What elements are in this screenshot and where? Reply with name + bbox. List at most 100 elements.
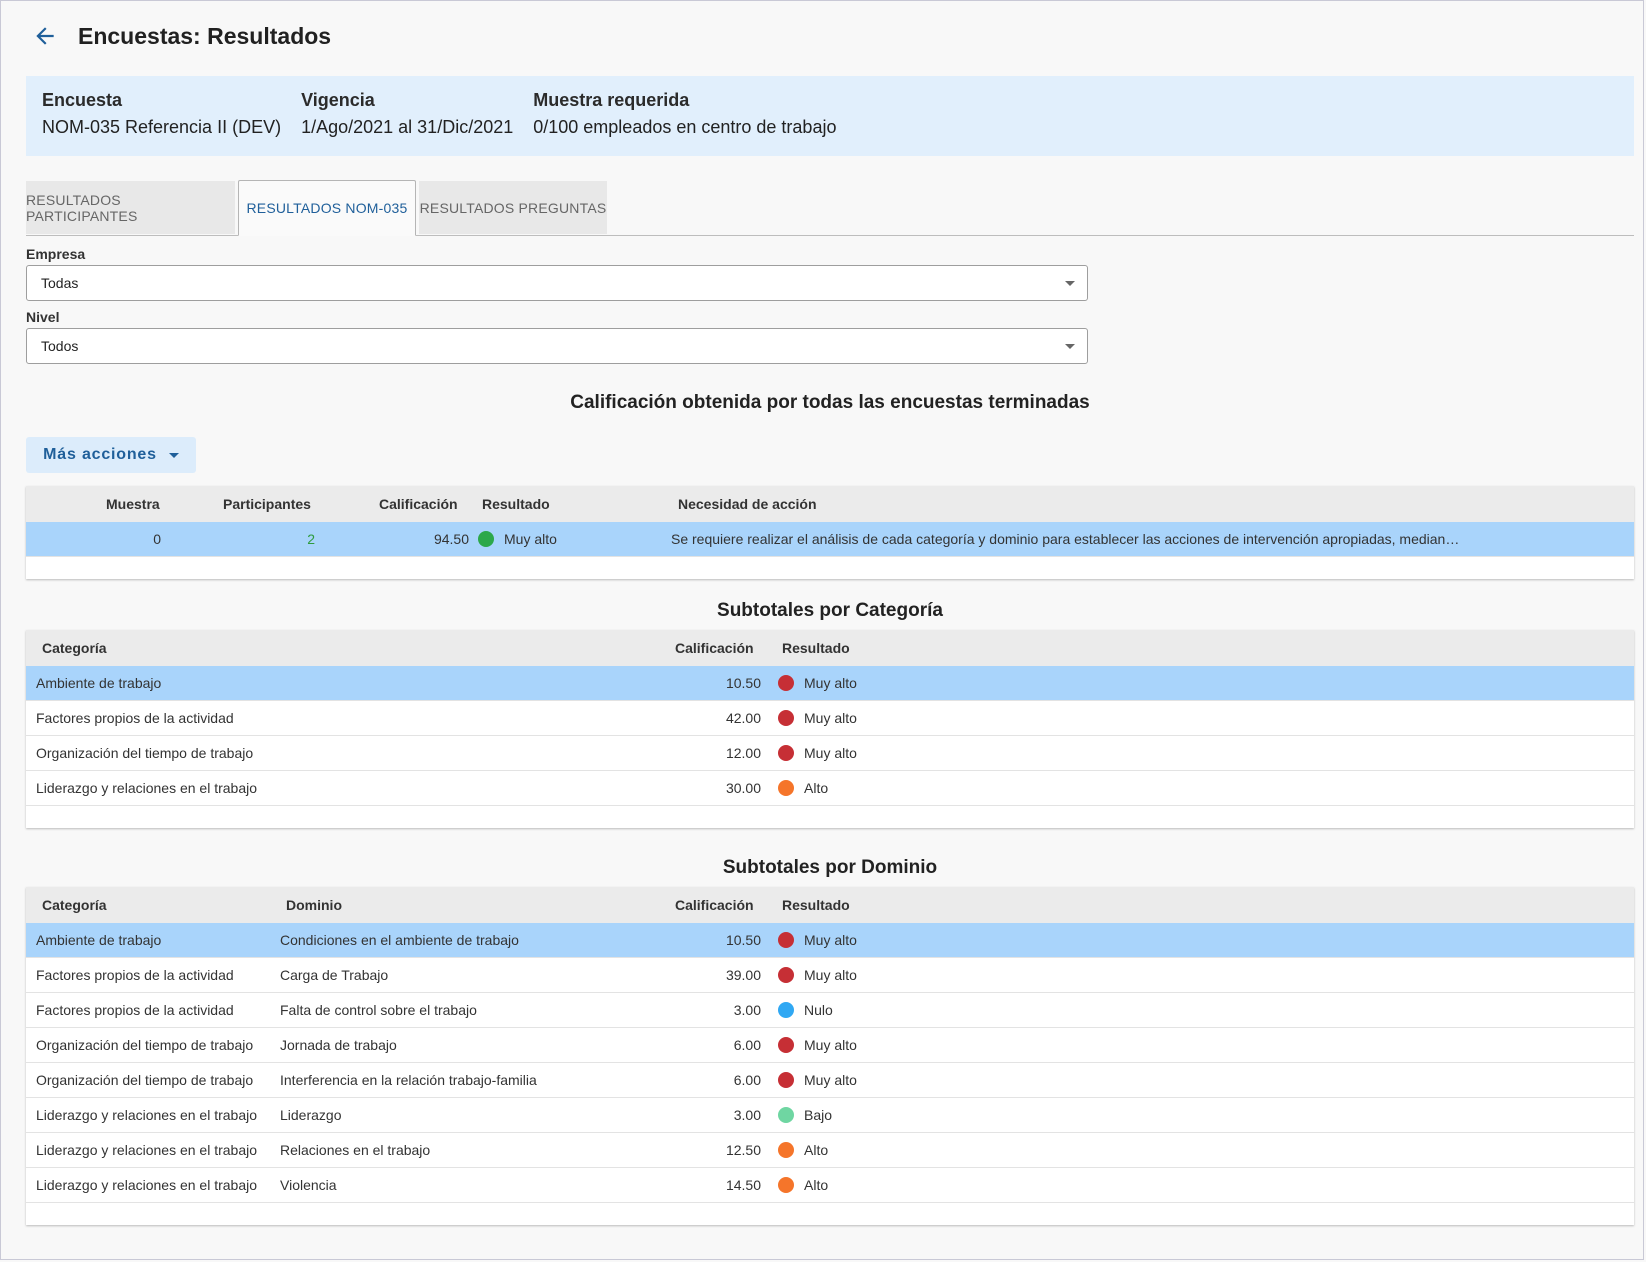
participants-cell[interactable]: 2 — [226, 522, 315, 556]
dropdown-caret-icon — [1065, 281, 1075, 286]
result-label: Muy alto — [804, 967, 857, 983]
category-cell: Liderazgo y relaciones en el trabajo — [36, 1142, 258, 1158]
status-dot-icon — [778, 1107, 794, 1123]
result-cell: Muy alto — [778, 923, 857, 957]
column-header-resultado[interactable]: Resultado — [482, 486, 550, 522]
category-cell: Organización del tiempo de trabajo — [36, 745, 254, 761]
result-label: Nulo — [804, 1002, 833, 1018]
column-header-calificacion[interactable]: Calificación — [675, 630, 754, 666]
summary-title: Calificación obtenida por todas las encu… — [570, 392, 1090, 413]
table-row[interactable]: Organización del tiempo de trabajo Interf… — [26, 1063, 1634, 1098]
category-cell: Liderazgo y relaciones en el trabajo — [36, 1177, 258, 1193]
level-select[interactable]: Todos — [26, 328, 1088, 364]
category-cell: Liderazgo y relaciones en el trabajo — [36, 1107, 258, 1123]
status-dot-icon — [778, 1142, 794, 1158]
tab-resultados-participantes[interactable]: RESULTADOS PARTICIPANTES — [26, 181, 235, 234]
category-cell: Factores propios de la actividad — [36, 710, 234, 726]
domain-cell: Condiciones en el ambiente de trabajo — [280, 932, 519, 948]
table-row[interactable]: Ambiente de trabajo 10.50 Muy alto — [26, 666, 1634, 701]
table-row[interactable]: Ambiente de trabajo Condiciones en el amb… — [26, 923, 1634, 958]
domain-cell: Interferencia en la relación trabajo-fam… — [280, 1072, 537, 1088]
result-cell: Muy alto — [778, 958, 857, 992]
score-cell: 39.00 — [725, 967, 761, 983]
score-cell: 10.50 — [725, 675, 761, 691]
status-dot-icon — [478, 531, 494, 547]
tab-resultados-preguntas[interactable]: RESULTADOS PREGUNTAS — [419, 181, 607, 234]
company-select-value: Todas — [41, 275, 79, 291]
level-select-value: Todos — [41, 338, 79, 354]
category-cell: Organización del tiempo de trabajo — [36, 1072, 254, 1088]
table-row[interactable]: Factores propios de la actividad 42.00 Muy… — [26, 701, 1634, 736]
column-header-resultado[interactable]: Resultado — [782, 630, 850, 666]
score-cell: 10.50 — [725, 932, 761, 948]
column-header-necesidad[interactable]: Necesidad de acción — [678, 486, 817, 522]
result-cell: Alto — [778, 1133, 828, 1167]
table-row[interactable]: Factores propios de la actividad Carga de… — [26, 958, 1634, 993]
status-dot-icon — [778, 932, 794, 948]
score-cell: 12.50 — [725, 1142, 761, 1158]
table-row[interactable]: Factores propios de la actividad Falta de… — [26, 993, 1634, 1028]
status-dot-icon — [778, 675, 794, 691]
table-row[interactable]: Liderazgo y relaciones en el trabajo 30.0… — [26, 771, 1634, 806]
company-label: Empresa — [26, 246, 86, 262]
result-label: Muy alto — [804, 745, 857, 761]
status-dot-icon — [778, 1177, 794, 1193]
result-label: Bajo — [804, 1107, 833, 1123]
category-cell: Ambiente de trabajo — [36, 675, 162, 691]
result-cell: Muy alto — [478, 522, 557, 556]
result-cell: Alto — [778, 771, 828, 805]
column-header-calificacion[interactable]: Calificación — [379, 486, 458, 522]
result-cell: Muy alto — [778, 701, 857, 735]
table-row[interactable]: 0 2 94.50 Muy alto Se requiere realizar … — [26, 522, 1634, 557]
domain-cell: Relaciones en el trabajo — [280, 1142, 431, 1158]
table-footer — [26, 806, 1634, 828]
result-cell: Muy alto — [778, 666, 857, 700]
arrow-left-icon — [36, 27, 54, 45]
table-body: Ambiente de trabajo 10.50 Muy alto Factores… — [26, 666, 1634, 806]
score-cell: 30.00 — [725, 780, 761, 796]
result-cell: Bajo — [778, 1098, 832, 1132]
column-header-dominio[interactable]: Dominio — [286, 887, 342, 923]
sample-info: Muestra requerida 0/100 empleados en cen… — [533, 90, 836, 142]
category-cell: Liderazgo y relaciones en el trabajo — [36, 780, 258, 796]
action-cell: Se requiere realizar el análisis de cada… — [671, 531, 1460, 547]
table-row[interactable]: Liderazgo y relaciones en el trabajo Lide… — [26, 1098, 1634, 1133]
column-header-categoria[interactable]: Categoría — [42, 630, 107, 666]
survey-label: Encuesta — [42, 90, 123, 110]
caret-down-icon — [168, 452, 179, 458]
column-header-participantes[interactable]: Participantes — [223, 486, 311, 522]
more-actions-button[interactable]: Más acciones — [26, 437, 196, 473]
survey-info: Encuesta NOM-035 Referencia II (DEV) — [42, 90, 281, 142]
sample-cell: 0 — [153, 531, 161, 547]
table-footer — [26, 557, 1634, 579]
category-subtotals-title: Subtotales por Categoría — [717, 600, 943, 621]
domain-cell: Carga de Trabajo — [280, 967, 389, 983]
more-actions-label: Más acciones — [43, 446, 157, 463]
column-header-muestra[interactable]: Muestra — [106, 486, 160, 522]
status-dot-icon — [778, 780, 794, 796]
result-cell: Muy alto — [778, 1028, 857, 1062]
table-row[interactable]: Liderazgo y relaciones en el trabajo Viol… — [26, 1168, 1634, 1203]
validity-info: Vigencia 1/Ago/2021 al 31/Dic/2021 — [301, 90, 513, 142]
table-header: Categoría Dominio Calificación Resultado — [26, 887, 1634, 923]
column-header-resultado[interactable]: Resultado — [782, 887, 850, 923]
table-row[interactable]: Organización del tiempo de trabajo Jornad… — [26, 1028, 1634, 1063]
table-row[interactable]: Liderazgo y relaciones en el trabajo Rela… — [26, 1133, 1634, 1168]
survey-value: NOM-035 Referencia II (DEV) — [42, 117, 282, 137]
back-button[interactable] — [28, 19, 62, 53]
column-header-calificacion[interactable]: Calificación — [675, 887, 754, 923]
domain-cell: Liderazgo — [280, 1107, 342, 1123]
category-cell: Factores propios de la actividad — [36, 1002, 234, 1018]
tab-resultados-nom-035[interactable]: RESULTADOS NOM-035 — [238, 180, 416, 236]
category-cell: Organización del tiempo de trabajo — [36, 1037, 254, 1053]
table-footer — [26, 1203, 1634, 1225]
domain-subtotals-table: Categoría Dominio Calificación Resultado… — [26, 887, 1634, 1225]
result-cell: Alto — [778, 1168, 828, 1202]
score-cell: 42.00 — [725, 710, 761, 726]
company-select[interactable]: Todas — [26, 265, 1088, 301]
result-label: Muy alto — [804, 1037, 857, 1053]
result-label: Muy alto — [804, 932, 857, 948]
score-cell: 6.00 — [733, 1037, 761, 1053]
column-header-categoria[interactable]: Categoría — [42, 887, 107, 923]
table-row[interactable]: Organización del tiempo de trabajo 12.00 M… — [26, 736, 1634, 771]
